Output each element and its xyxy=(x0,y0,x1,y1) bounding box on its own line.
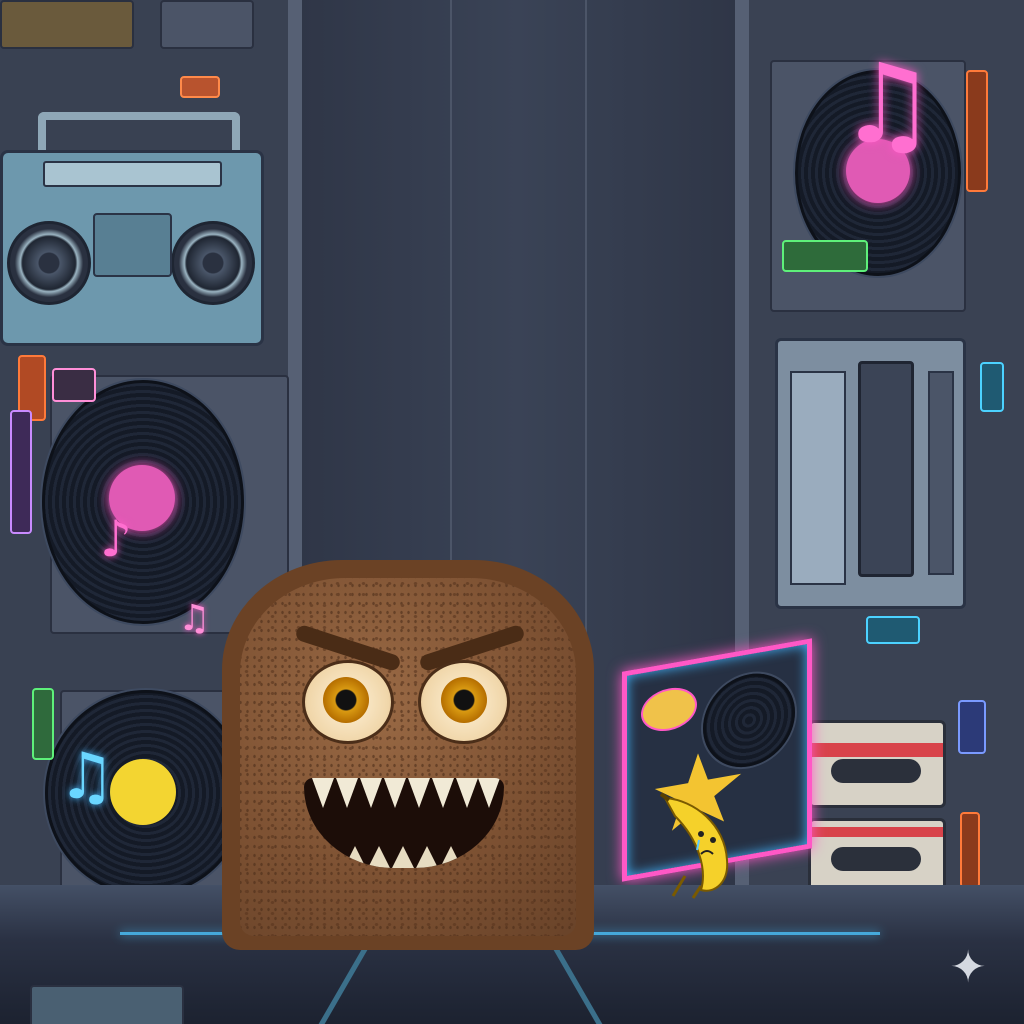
vinyl-record-icon xyxy=(703,666,795,775)
tape-player-icon xyxy=(775,338,966,609)
neon-music-note-icon: ♫ xyxy=(838,40,937,168)
building-roof xyxy=(0,0,134,49)
boombox-display xyxy=(43,161,222,187)
neon-sign xyxy=(52,368,96,402)
angry-toast-icon xyxy=(222,560,594,950)
neon-sign xyxy=(782,240,868,272)
street-prop xyxy=(30,985,184,1024)
player-controls xyxy=(928,371,954,575)
neon-sign xyxy=(32,688,54,760)
neon-music-note-icon: ♫ xyxy=(58,740,116,814)
game-scene: ♪ ♫ ♫ ♫ ✦ xyxy=(0,0,1024,1024)
neon-music-note-icon: ♫ xyxy=(178,598,211,639)
cassette-tape-icon xyxy=(808,720,946,808)
speaker-icon xyxy=(171,221,255,305)
neon-sign xyxy=(866,616,920,644)
cassette-tape-icon xyxy=(808,818,946,894)
sparkle-icon: ✦ xyxy=(949,942,987,993)
vinyl-record-icon xyxy=(42,380,244,624)
cassette-reels xyxy=(831,847,921,871)
speaker-icon xyxy=(7,221,91,305)
cassette-reels xyxy=(831,759,921,783)
tape-slot xyxy=(858,361,914,577)
neon-music-note-icon: ♪ xyxy=(100,510,132,568)
cassette-deck xyxy=(93,213,172,277)
neon-sign xyxy=(958,700,986,754)
right-eye-icon xyxy=(418,660,510,744)
neon-sign xyxy=(10,410,32,534)
player-door xyxy=(790,371,846,585)
record-label xyxy=(110,759,176,825)
neon-sign xyxy=(966,70,988,192)
neon-sign xyxy=(980,362,1004,412)
boombox-icon xyxy=(0,150,264,346)
billboard-badge xyxy=(641,683,697,736)
sad-banana-icon xyxy=(655,790,735,900)
building-roof xyxy=(160,0,254,49)
neon-sign xyxy=(960,812,980,888)
neon-sign xyxy=(180,76,220,98)
left-eye-icon xyxy=(302,660,394,744)
